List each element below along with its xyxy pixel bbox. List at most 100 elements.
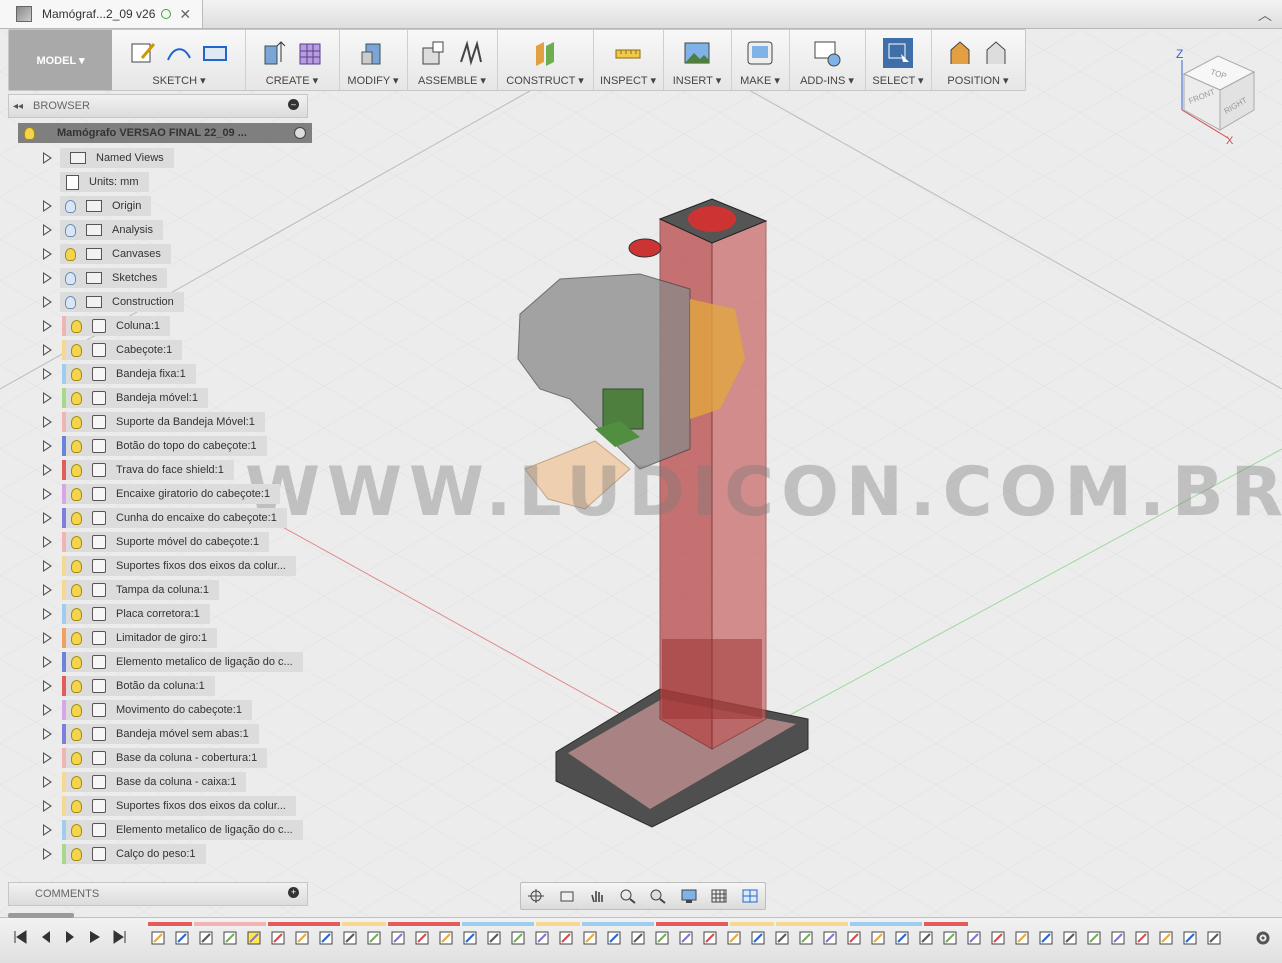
visibility-bulb-icon[interactable] [71, 775, 82, 789]
orbit-icon[interactable] [527, 888, 545, 904]
timeline-feature-icon[interactable] [654, 930, 670, 946]
browser-row[interactable]: Base da coluna - caixa:1 [8, 771, 308, 793]
browser-row-chip[interactable]: Analysis [60, 220, 163, 240]
browser-row[interactable]: Sketches [8, 267, 308, 289]
timeline-feature-icon[interactable] [414, 930, 430, 946]
browser-row-chip[interactable]: Bandeja móvel:1 [62, 388, 208, 408]
expand-arrow-icon[interactable] [43, 200, 52, 212]
browser-row-chip[interactable]: Placa corretora:1 [62, 604, 210, 624]
timeline-feature-icon[interactable] [222, 930, 238, 946]
display-settings-icon[interactable] [680, 888, 698, 904]
workspace-switcher[interactable]: MODEL ▾ [9, 30, 112, 90]
browser-row[interactable]: Bandeja fixa:1 [8, 363, 308, 385]
browser-row-chip[interactable]: Named Views [60, 148, 174, 168]
timeline-feature-icon[interactable] [1086, 930, 1102, 946]
visibility-bulb-icon[interactable] [71, 631, 82, 645]
timeline-feature-icon[interactable] [1062, 930, 1078, 946]
line-tool-icon[interactable] [164, 38, 194, 68]
timeline-feature-icon[interactable] [174, 930, 190, 946]
timeline-feature-icon[interactable] [558, 930, 574, 946]
browser-row-chip[interactable]: Movimento do cabeçote:1 [62, 700, 252, 720]
browser-row[interactable]: Encaixe giratorio do cabeçote:1 [8, 483, 308, 505]
browser-row[interactable]: Elemento metalico de ligação do c... [8, 819, 308, 841]
browser-row-chip[interactable]: Suportes fixos dos eixos da colur... [62, 556, 296, 576]
browser-row[interactable]: Named Views [8, 147, 308, 169]
offset-plane-icon[interactable] [530, 38, 560, 68]
addins-menu-label[interactable]: ADD-INS ▾ [789, 74, 865, 87]
visibility-bulb-icon[interactable] [71, 343, 82, 357]
toolbar-group-assemble[interactable]: ASSEMBLE ▾ [407, 30, 498, 90]
timeline-feature-icon[interactable] [582, 930, 598, 946]
expand-arrow-icon[interactable] [43, 824, 52, 836]
browser-root-row[interactable]: Mamógrafo VERSAO FINAL 22_09 ... [18, 123, 312, 143]
expand-arrow-icon[interactable] [43, 320, 52, 332]
select-menu-label[interactable]: SELECT ▾ [865, 74, 931, 87]
expand-arrow-icon[interactable] [43, 584, 52, 596]
revert-position-icon[interactable] [981, 38, 1011, 68]
timeline-feature-icon[interactable] [606, 930, 622, 946]
expand-arrow-icon[interactable] [43, 344, 52, 356]
timeline-feature-icon[interactable] [1014, 930, 1030, 946]
fit-to-window-icon[interactable] [649, 888, 667, 904]
select-icon[interactable] [883, 38, 913, 68]
browser-row[interactable]: Calço do peso:1 [8, 843, 308, 865]
browser-row-chip[interactable]: Construction [60, 292, 184, 312]
toolbar-group-inspect[interactable]: INSPECT ▾ [593, 30, 664, 90]
browser-row[interactable]: Tampa da coluna:1 [8, 579, 308, 601]
timeline-feature-icon[interactable] [750, 930, 766, 946]
browser-row[interactable]: Elemento metalico de ligação do c... [8, 651, 308, 673]
toolbar-group-insert[interactable]: INSERT ▾ [663, 30, 732, 90]
timeline-feature-icon[interactable] [1134, 930, 1150, 946]
timeline-feature-icon[interactable] [942, 930, 958, 946]
visibility-bulb-icon[interactable] [71, 535, 82, 549]
expand-arrow-icon[interactable] [43, 248, 52, 260]
timeline-go-to-start-icon[interactable] [12, 929, 28, 945]
visibility-bulb-icon[interactable] [71, 559, 82, 573]
expand-arrow-icon[interactable] [43, 560, 52, 572]
make-menu-label[interactable]: MAKE ▾ [731, 74, 789, 87]
collapse-toolbar-icon[interactable]: ︿ [1258, 5, 1272, 25]
browser-row[interactable]: Coluna:1 [8, 315, 308, 337]
expand-arrow-icon[interactable] [43, 680, 52, 692]
browser-row-chip[interactable]: Coluna:1 [62, 316, 171, 336]
timeline-feature-icon[interactable] [270, 930, 286, 946]
measure-icon[interactable] [613, 38, 643, 68]
browser-row[interactable]: Movimento do cabeçote:1 [8, 699, 308, 721]
expand-arrow-icon[interactable] [43, 752, 52, 764]
browser-row[interactable]: Suporte da Bandeja Móvel:1 [8, 411, 308, 433]
browser-row-chip[interactable]: Bandeja fixa:1 [62, 364, 196, 384]
view-cube[interactable]: Z X TOP FRONT RIGHT [1170, 46, 1270, 146]
timeline-feature-icon[interactable] [294, 930, 310, 946]
modify-menu-label[interactable]: MODIFY ▾ [339, 74, 407, 87]
browser-row-chip[interactable]: Suportes fixos dos eixos da colur... [62, 796, 296, 816]
activate-radio-icon[interactable] [294, 127, 306, 139]
expand-arrow-icon[interactable] [43, 656, 52, 668]
timeline-feature-icon[interactable] [150, 930, 166, 946]
browser-row[interactable]: Suportes fixos dos eixos da colur... [8, 795, 308, 817]
joint-icon[interactable] [455, 38, 485, 68]
expand-arrow-icon[interactable] [43, 704, 52, 716]
visibility-bulb-icon[interactable] [65, 199, 76, 213]
browser-row[interactable]: Origin [8, 195, 308, 217]
create-menu-label[interactable]: CREATE ▾ [245, 74, 339, 87]
new-component-icon[interactable] [419, 38, 449, 68]
browser-row[interactable]: Botão do topo do cabeçote:1 [8, 435, 308, 457]
toolbar-group-sketch[interactable]: SKETCH ▾ [113, 30, 246, 90]
browser-row[interactable]: Analysis [8, 219, 308, 241]
expand-arrow-icon[interactable] [43, 512, 52, 524]
timeline-go-to-end-icon[interactable] [112, 929, 128, 945]
visibility-bulb-icon[interactable] [65, 247, 76, 261]
browser-row[interactable]: Base da coluna - cobertura:1 [8, 747, 308, 769]
timeline-feature-icon[interactable] [318, 930, 334, 946]
look-at-icon[interactable] [558, 888, 576, 904]
browser-row[interactable]: Bandeja móvel sem abas:1 [8, 723, 308, 745]
expand-arrow-icon[interactable] [43, 296, 52, 308]
toolbar-group-modify[interactable]: MODIFY ▾ [339, 30, 408, 90]
visibility-bulb-icon[interactable] [71, 655, 82, 669]
browser-row[interactable]: Cabeçote:1 [8, 339, 308, 361]
horizontal-scrollbar[interactable] [8, 913, 74, 918]
browser-row-chip[interactable]: Sketches [60, 268, 168, 288]
visibility-bulb-icon[interactable] [71, 727, 82, 741]
visibility-bulb-icon[interactable] [71, 487, 82, 501]
toolbar-group-create[interactable]: CREATE ▾ [245, 30, 340, 90]
